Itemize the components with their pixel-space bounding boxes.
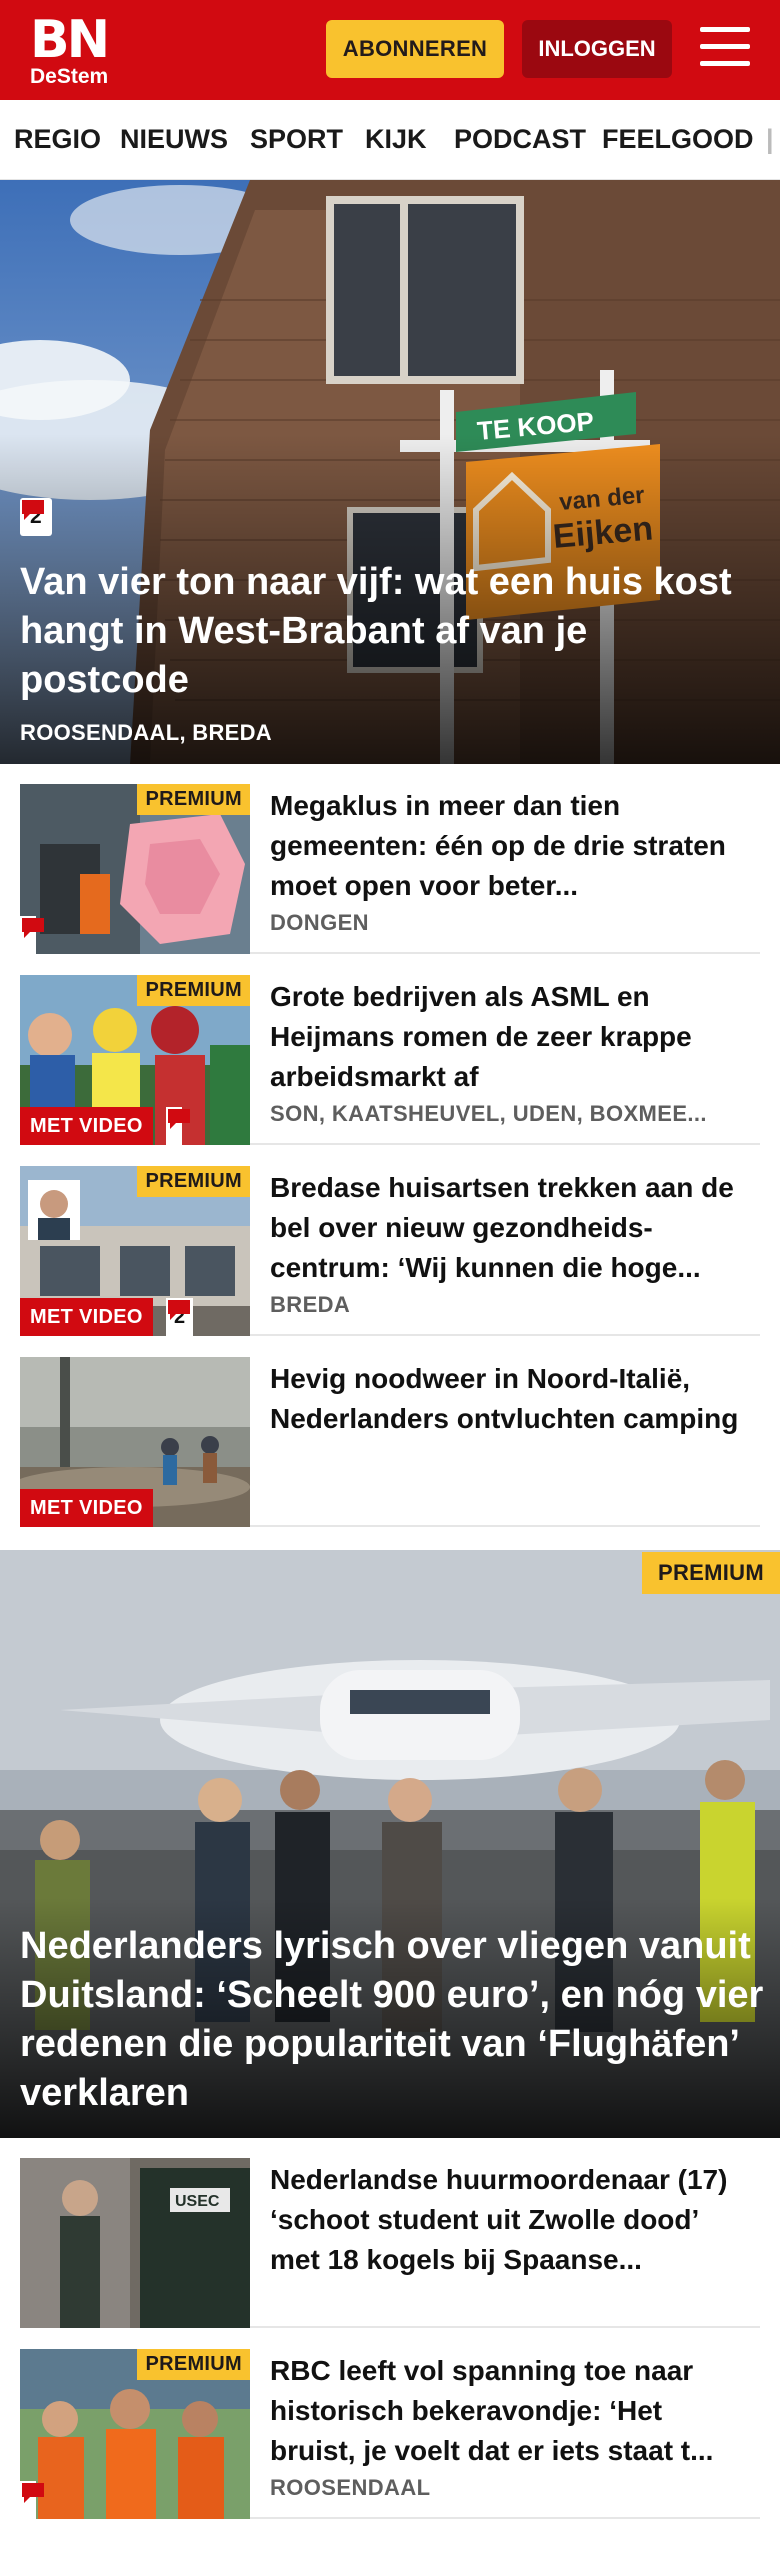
article-title[interactable]: RBC leeft vol spanning toe naar historis… (270, 2351, 740, 2471)
comment-badge[interactable] (20, 2481, 44, 2519)
comment-icon (22, 500, 44, 520)
logo-sub: DeStem (30, 65, 109, 88)
nav-item-regio[interactable]: REGIO (14, 124, 101, 155)
site-header: BN DeStem ABONNEREN INLOGGEN (0, 0, 780, 100)
hero-tag: ROOSENDAAL, BREDA (20, 720, 272, 745)
premium-badge: PREMIUM (642, 1552, 780, 1594)
article-location: ROOSENDAAL (270, 2475, 431, 2500)
article-title[interactable]: Grote bedrijven als ASML en Heijmans rom… (270, 977, 740, 1097)
article-thumbnail: USEC (20, 2158, 250, 2328)
nav-item-feelgood[interactable]: FEELGOOD (602, 124, 754, 155)
video-badge: MET VIDEO (20, 1107, 153, 1145)
article-thumbnail: PREMIUM (20, 2349, 250, 2519)
article-thumbnail: PREMIUM (20, 784, 250, 954)
nav-item-nieuws[interactable]: NIEUWS (120, 124, 228, 155)
comment-badge[interactable]: 2 (166, 1298, 194, 1336)
article-title[interactable]: Bredase huisartsen trekken aan de bel ov… (270, 1168, 740, 1288)
feature-title[interactable]: Nederlanders lyrisch over vliegen vanuit… (20, 1922, 765, 2118)
svg-text:USEC: USEC (175, 2193, 220, 2210)
list-item[interactable]: PREMIUM RBC leeft vol spanning toe naar … (20, 2329, 760, 2519)
comment-icon (22, 918, 44, 938)
subscribe-button[interactable]: ABONNEREN (326, 20, 504, 78)
article-title[interactable]: Megaklus in meer dan tien gemeenten: één… (270, 786, 740, 906)
nav-item-podcast[interactable]: PODCAST (454, 124, 586, 155)
list-item[interactable]: MET VIDEO Hevig noodweer in Noord-Italië… (20, 1337, 760, 1527)
section-nav: REGIO NIEUWS SPORT KIJK PODCAST FEELGOOD… (0, 100, 780, 180)
nav-item-kijk[interactable]: KIJK (365, 124, 427, 155)
article-location: BREDA (270, 1292, 351, 1317)
comment-icon (22, 2483, 44, 2503)
comment-icon (168, 1300, 190, 1320)
list-item[interactable]: PREMIUM MET VIDEO Grote bedrijven als AS… (20, 955, 760, 1145)
hero-title[interactable]: Van vier ton naar vijf: wat een huis kos… (20, 558, 760, 705)
article-location: DONGEN (270, 910, 369, 935)
list-item[interactable]: PREMIUM Megaklus in meer dan tien gemeen… (20, 764, 760, 954)
video-badge: MET VIDEO (20, 1298, 153, 1336)
article-location: SON, KAATSHEUVEL, UDEN, BOXMEE... (270, 1101, 707, 1126)
comment-badge[interactable]: 2 (20, 498, 52, 536)
comment-icon (168, 1109, 190, 1129)
list-item[interactable]: PREMIUM MET VIDEO 2 Bredase huisartsen t… (20, 1146, 760, 1336)
article-title[interactable]: Hevig noodweer in Noord-Italië, Nederlan… (270, 1359, 740, 1479)
comment-badge[interactable] (166, 1107, 190, 1145)
logo-main: BN (30, 10, 110, 70)
comment-badge[interactable] (20, 916, 44, 954)
article-title[interactable]: Nederlandse huurmoordenaar (17) ‘schoot … (270, 2160, 740, 2280)
premium-badge: PREMIUM (137, 2349, 250, 2380)
login-button[interactable]: INLOGGEN (522, 20, 672, 78)
feature-article[interactable]: PREMIUM Nederlanders lyrisch over vliege… (0, 1550, 780, 2138)
premium-badge: PREMIUM (137, 1166, 250, 1197)
premium-badge: PREMIUM (137, 975, 250, 1006)
nav-overflow-hint: | (766, 124, 774, 154)
video-badge: MET VIDEO (20, 1489, 153, 1527)
list-item[interactable]: USEC Nederlandse huurmoordenaar (17) ‘sc… (20, 2138, 760, 2328)
hero-article[interactable]: TE KOOP van der Eijken 2 Van vier ton na… (0, 180, 780, 764)
article-thumbnail: PREMIUM MET VIDEO (20, 975, 250, 1145)
nav-item-sport[interactable]: SPORT (250, 124, 343, 155)
article-thumbnail: PREMIUM MET VIDEO 2 (20, 1166, 250, 1336)
menu-icon[interactable] (700, 27, 750, 71)
article-thumbnail: MET VIDEO (20, 1357, 250, 1527)
premium-badge: PREMIUM (137, 784, 250, 815)
site-logo[interactable]: BN DeStem (30, 10, 110, 88)
